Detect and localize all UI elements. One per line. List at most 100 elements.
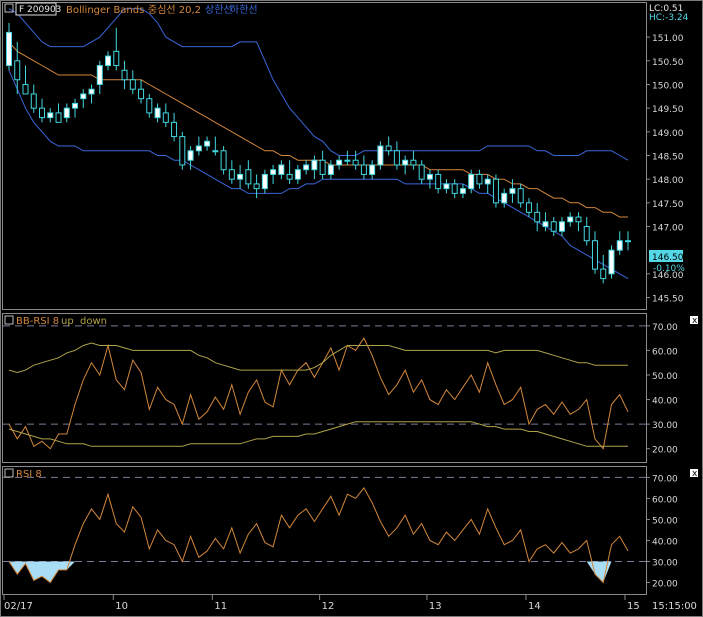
candle-body: [542, 221, 549, 228]
indicator-tick-label: 30.00: [652, 558, 678, 568]
symbol-label: F 200903: [19, 5, 61, 15]
candle-body: [105, 55, 112, 67]
candle-body: [385, 145, 392, 152]
x-tick-label: 12: [322, 601, 335, 612]
candle-body: [616, 240, 623, 251]
hc-readout: HC:-3.24: [649, 13, 689, 23]
price-tick-label: 147.50: [652, 200, 684, 210]
candle-body: [377, 145, 384, 166]
price-tag-value: 146.50: [652, 253, 684, 263]
candle-body: [558, 221, 565, 232]
price-tick-label: 150.50: [652, 58, 684, 68]
candle-body: [6, 31, 12, 67]
chart-canvas[interactable]: 151.00 150.50 150.00 149.50 149.00 148.50 148.…: [0, 0, 703, 617]
indicator-tick-label: 30.00: [652, 421, 678, 431]
indicator-tick-label: 40.00: [652, 397, 678, 407]
chart-window: 151.00 150.50 150.00 149.50 149.00 148.50 148.…: [0, 0, 703, 617]
candle-body: [228, 169, 235, 180]
candle-body: [591, 240, 598, 270]
candle-body: [311, 159, 318, 171]
candle-body: [39, 107, 46, 119]
candle-body: [154, 107, 161, 119]
candle-body: [451, 183, 458, 194]
candle-body: [294, 169, 301, 180]
candle-body: [253, 183, 260, 190]
price-tick-label: 147.00: [652, 224, 684, 234]
x-tick-label: 13: [429, 601, 442, 612]
indicator-tick-label: 70.00: [652, 323, 678, 333]
candle-body: [402, 159, 409, 166]
candle-body: [476, 173, 483, 185]
indicator-tick-label: 40.00: [652, 537, 678, 547]
price-tick-label: 149.50: [652, 105, 684, 115]
price-tick-label: 151.00: [652, 34, 684, 44]
outer-border: [0, 0, 703, 617]
close-x-icon: x: [692, 316, 698, 326]
candle-body: [270, 169, 277, 175]
candle-body: [459, 188, 466, 194]
candle-body: [583, 226, 590, 242]
bbrsi-title: BB-RSI 8: [16, 316, 59, 327]
candle-body: [360, 164, 367, 175]
indicator-tick-label: 60.00: [652, 495, 678, 505]
price-tick-label: 149.00: [652, 129, 684, 139]
close-x-icon: x: [692, 469, 698, 479]
bb-lower-label: 하한선: [230, 3, 258, 16]
x-tick-label: 15: [627, 601, 640, 612]
candle-body: [501, 192, 508, 204]
candle-body: [261, 173, 268, 190]
candle-body: [88, 88, 95, 95]
candle-body: [162, 112, 169, 123]
candle-body: [484, 178, 491, 185]
bb-name-label: Bollinger Bands: [66, 5, 144, 16]
candle-body: [575, 216, 582, 223]
candle-body: [220, 150, 227, 171]
candle-body: [121, 69, 128, 81]
candle-body: [525, 202, 532, 213]
candle-body: [113, 50, 120, 67]
candle-body: [237, 173, 244, 180]
candle-body: [204, 140, 211, 147]
indicator-tick-label: 20.00: [652, 446, 678, 456]
candle-body: [72, 102, 79, 109]
indicator-tick-label: 50.00: [652, 516, 678, 526]
candle-body: [63, 107, 70, 119]
candle-body: [344, 159, 351, 162]
candle-body: [352, 159, 359, 166]
bbrsi-up-label: up: [61, 316, 74, 327]
candle-body: [517, 188, 524, 204]
candle-body: [426, 173, 433, 180]
candle-body: [146, 98, 153, 114]
candle-body: [96, 65, 103, 85]
candle-body: [303, 164, 310, 171]
candle-body: [138, 88, 145, 100]
rsi-title: RSI 8: [16, 469, 42, 480]
candle-body: [245, 169, 252, 185]
candle-body: [22, 83, 29, 95]
candle-body: [435, 173, 442, 190]
candle-body: [14, 60, 21, 81]
x-tick-label: 11: [214, 601, 227, 612]
candle-body: [171, 121, 178, 138]
candle-body: [212, 150, 219, 153]
candle-body: [55, 112, 62, 123]
candle-body: [468, 173, 475, 190]
candle-body: [195, 145, 202, 152]
candle-body: [600, 268, 607, 280]
candle-body: [534, 211, 541, 223]
x-tick-label: 02/17: [4, 601, 33, 612]
time-label: 15:15:00: [652, 601, 697, 612]
indicator-tick-label: 60.00: [652, 347, 678, 357]
candle-body: [129, 79, 136, 90]
candle-body: [327, 164, 334, 175]
bb-mid-label: 중심선 20,2: [148, 4, 201, 16]
candle-body: [608, 249, 615, 275]
candle-body: [418, 164, 425, 180]
candle-body: [492, 178, 499, 204]
indicator-tick-label: 70.00: [652, 474, 678, 484]
x-tick-label: 14: [528, 601, 541, 612]
candle-body: [443, 183, 450, 190]
candle-body: [369, 164, 376, 175]
price-tick-label: 148.00: [652, 176, 684, 186]
candle-body: [30, 93, 37, 109]
